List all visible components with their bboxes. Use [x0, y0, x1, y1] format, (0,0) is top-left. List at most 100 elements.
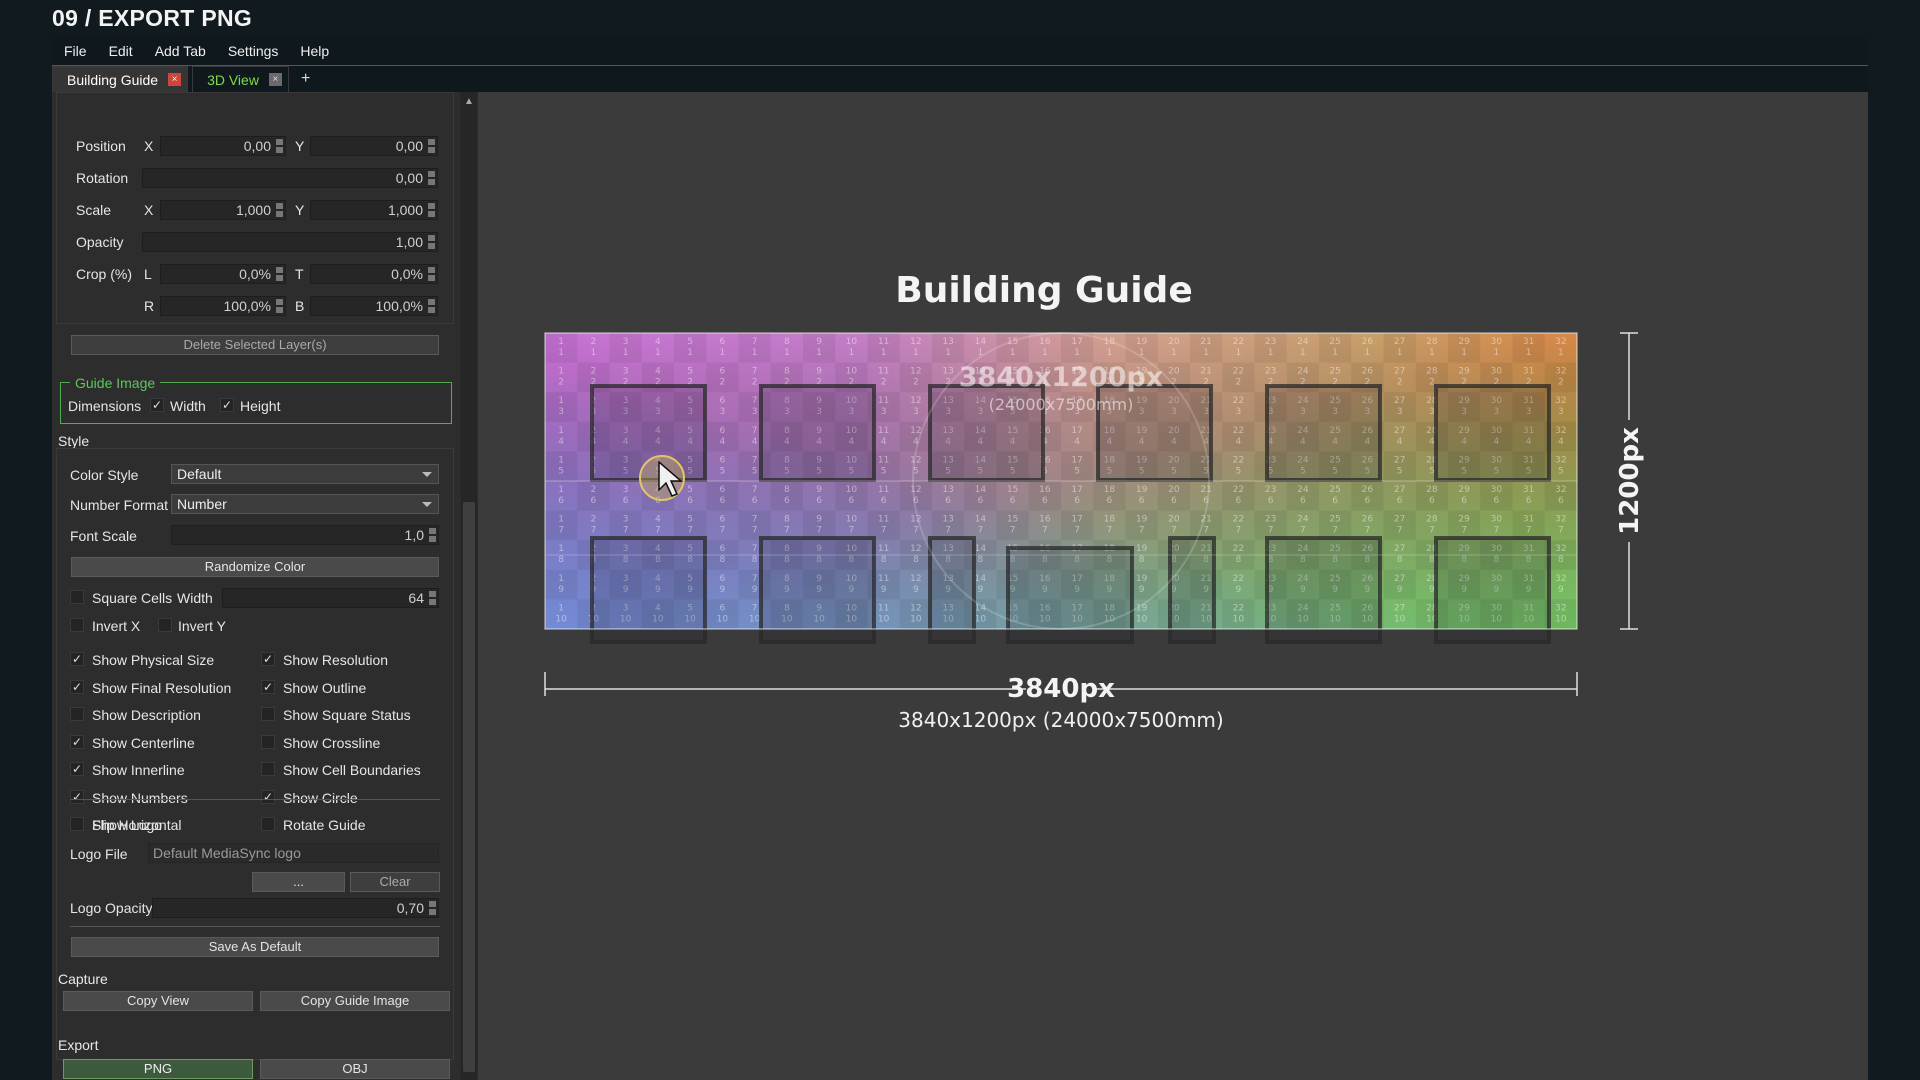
cell-column-number: 11 [878, 367, 889, 377]
opacity-input[interactable]: 1,00 [142, 232, 438, 252]
show-description-checkbox[interactable] [70, 707, 84, 721]
show-numbers-checkbox[interactable]: ✓ [70, 789, 84, 804]
cell-column-number: 30 [1491, 485, 1503, 495]
invert-y-checkbox[interactable] [158, 618, 172, 632]
guide-viewport[interactable]: Building Guide 1 1 1 2 1 3 1 4 1 5 1 6 1 7 1 8 1 9 1 10 2 1 2 2… [478, 92, 1868, 1080]
position-y-input[interactable]: 0,00 [310, 136, 438, 156]
cell-row-number: 6 [687, 496, 693, 506]
cell-row-number: 1 [720, 348, 726, 358]
cell-column-number: 1 [558, 603, 564, 613]
cell-column-number: 10 [846, 485, 858, 495]
close-icon[interactable]: × [168, 73, 182, 86]
save-default-button[interactable]: Save As Default [71, 937, 439, 957]
cell-column-number: 7 [752, 544, 758, 554]
cell-column-number: 22 [1233, 603, 1244, 613]
cell-row-number: 7 [913, 526, 919, 536]
close-icon[interactable]: × [268, 73, 282, 86]
building-window [759, 384, 876, 482]
cell-width-input[interactable]: 64 [222, 588, 439, 608]
show-square-status-checkbox[interactable] [261, 707, 275, 721]
randomize-color-button[interactable]: Randomize Color [71, 557, 439, 577]
export-obj-button[interactable]: OBJ [260, 1059, 450, 1079]
color-style-select[interactable]: Default [171, 464, 439, 484]
cell-row-number: 8 [752, 555, 758, 565]
show-crossline-checkbox[interactable] [261, 734, 275, 749]
cell-row-number: 10 [910, 614, 922, 624]
export-png-button[interactable]: PNG [63, 1059, 253, 1079]
cell-row-number: 3 [1558, 407, 1564, 417]
invert-x-checkbox[interactable] [70, 618, 84, 632]
copy-guide-image-button[interactable]: Copy Guide Image [260, 991, 450, 1011]
cell-row-number: 7 [655, 526, 661, 536]
square-cells-checkbox[interactable] [70, 590, 84, 604]
cell-column-number: 24 [1297, 367, 1309, 377]
logo-opacity-input[interactable]: 0,70 [152, 898, 439, 918]
font-scale-input[interactable]: 1,0 [171, 525, 439, 545]
rotate-guide-checkbox[interactable] [261, 817, 275, 831]
scale-y-input[interactable]: 1,000 [310, 200, 438, 220]
cell-column-number: 32 [1555, 603, 1566, 613]
guide-image-title: Guide Image [70, 375, 161, 391]
menu-help[interactable]: Help [288, 43, 339, 59]
menu-add-tab[interactable]: Add Tab [143, 43, 216, 59]
show-circle-checkbox[interactable]: ✓ [261, 789, 275, 804]
cell-column-number: 1 [558, 574, 564, 584]
show-resolution-checkbox[interactable]: ✓ [261, 652, 275, 666]
cell-column-number: 26 [1362, 367, 1374, 377]
scroll-up-icon[interactable]: ▲ [461, 96, 477, 108]
height-checkbox[interactable]: ✓ [220, 398, 234, 412]
cell-column-number: 11 [878, 603, 889, 613]
cell-column-number: 6 [720, 455, 726, 465]
cell-row-number: 6 [784, 496, 790, 506]
show-innerline-checkbox[interactable]: ✓ [70, 762, 84, 776]
crop-t-input[interactable]: 0,0% [310, 264, 438, 284]
crop-l-label: L [144, 266, 152, 282]
cell-row-number: 5 [1236, 466, 1242, 476]
cell-column-number: 19 [1136, 544, 1148, 554]
cell-row-number: 10 [1233, 614, 1245, 624]
delete-layers-button[interactable]: Delete Selected Layer(s) [71, 335, 439, 355]
width-checkbox[interactable]: ✓ [150, 398, 164, 412]
clear-logo-button[interactable]: Clear [350, 872, 440, 892]
cell-column-number: 7 [752, 367, 758, 377]
cell-column-number: 10 [846, 337, 858, 347]
cell-column-number: 23 [1265, 367, 1276, 377]
menu-settings[interactable]: Settings [216, 43, 289, 59]
tab-building-guide[interactable]: Building Guide × [52, 66, 189, 92]
menu-edit[interactable]: Edit [97, 43, 143, 59]
rotation-input[interactable]: 0,00 [142, 168, 438, 188]
add-tab-button[interactable]: + [293, 66, 318, 92]
show-logo-checkbox[interactable] [70, 817, 84, 831]
sidebar-scrollbar[interactable]: ▲ [461, 92, 477, 1080]
cell-row-number: 2 [558, 378, 564, 388]
cell-column-number: 25 [1329, 367, 1340, 377]
position-x-input[interactable]: 0,00 [160, 136, 286, 156]
show-outline-checkbox[interactable]: ✓ [261, 679, 275, 694]
chevron-down-icon [422, 472, 432, 477]
building-window [759, 536, 876, 644]
show-cell-boundaries-checkbox[interactable] [261, 762, 275, 776]
cell-column-number: 32 [1555, 515, 1566, 525]
center-resolution: 3840x1200px [959, 362, 1163, 393]
cell-row-number: 6 [1429, 496, 1435, 506]
cell-row-number: 1 [1171, 348, 1177, 358]
cell-row-number: 1 [1332, 348, 1338, 358]
menu-file[interactable]: File [52, 43, 97, 59]
crop-l-input[interactable]: 0,0% [160, 264, 286, 284]
number-format-select[interactable]: Number [171, 494, 439, 514]
logo-file-field[interactable]: Default MediaSync logo [148, 843, 439, 863]
rotate-guide-label: Rotate Guide [283, 817, 366, 833]
show-physical-size-checkbox[interactable]: ✓ [70, 652, 84, 666]
show-centerline-checkbox[interactable]: ✓ [70, 734, 84, 749]
tab-3d-view[interactable]: 3D View × [192, 66, 289, 92]
crop-r-input[interactable]: 100,0% [160, 296, 286, 316]
scale-x-input[interactable]: 1,000 [160, 200, 286, 220]
crop-b-input[interactable]: 100,0% [310, 296, 438, 316]
cell-column-number: 20 [1168, 485, 1180, 495]
cell-column-number: 6 [720, 396, 726, 406]
cell-row-number: 9 [1139, 585, 1145, 595]
scrollbar-thumb[interactable] [463, 502, 475, 1072]
browse-logo-button[interactable]: ... [252, 872, 345, 892]
show-final-resolution-checkbox[interactable]: ✓ [70, 679, 84, 694]
copy-view-button[interactable]: Copy View [63, 991, 253, 1011]
